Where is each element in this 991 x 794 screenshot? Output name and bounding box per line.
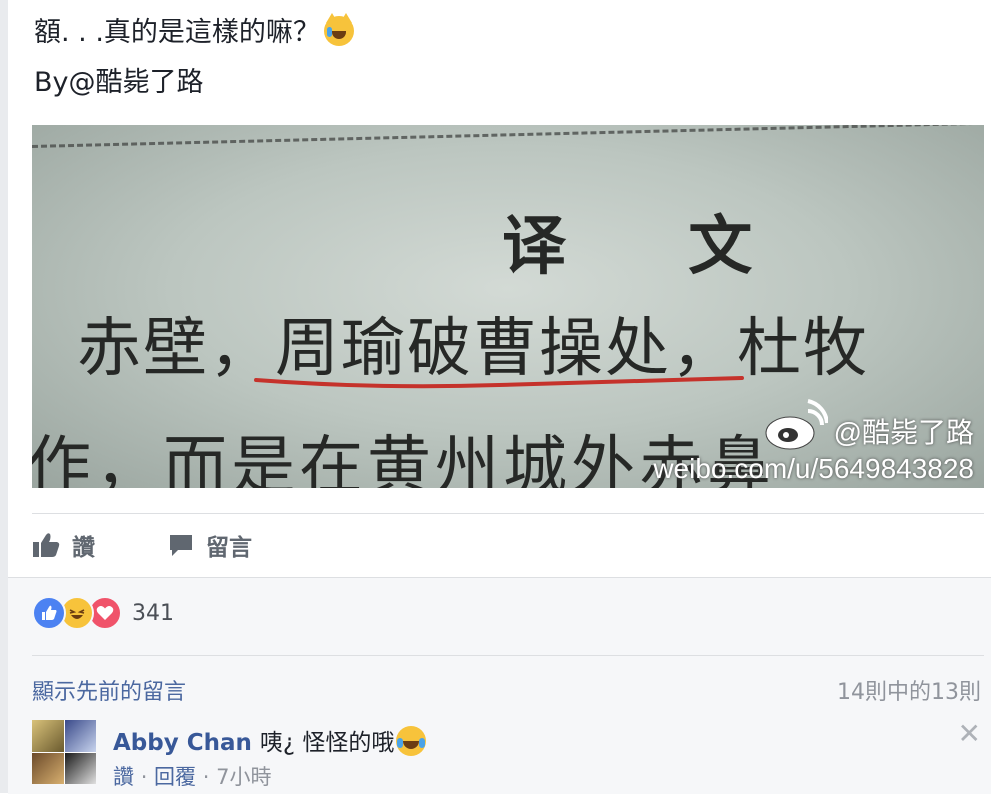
comment-button[interactable]: 留言 [168,526,252,564]
close-icon[interactable]: ✕ [958,720,981,748]
watermark-url: weibo.com/u/5649843828 [653,453,974,484]
comment-label: 留言 [206,535,252,561]
photo-watermark: @酷毙了路 weibo.com/u/5649843828 [653,415,974,487]
comment-item: Abby Chan 咦¿ 怪怪的哦 [113,723,427,757]
comment-count: 14則中的13則 [837,680,981,705]
cat-tears-of-joy-icon [323,13,354,46]
post-caption: 額. . .真的是這樣的嘛？ [34,13,354,50]
watermark-handle: @酷毙了路 [833,417,974,448]
comment-text: 咦¿ 怪怪的哦 [259,730,395,756]
thumbs-up-icon [33,533,60,557]
meta-dot: · [140,765,155,789]
comment-meta: 讚 · 回覆 · 7小時 [113,761,271,791]
reactions-summary[interactable]: 341 [32,596,174,630]
comment-time[interactable]: 7小時 [216,765,271,789]
comment-like-link[interactable]: 讚 [113,765,134,789]
red-underline [254,376,744,389]
comments-divider [32,655,984,656]
comment-author[interactable]: Abby Chan [113,730,252,756]
caption-line2: By@酷毙了路 [34,67,204,98]
like-label: 讚 [72,535,95,561]
comment-bubble-icon [170,535,192,556]
post-photo[interactable]: 译 文 赤壁，周瑜破曹操处，杜牧 作，而是在黄州城外赤鼻 @酷毙了路 weibo… [32,125,984,488]
photo-heading: 译 文 [502,209,803,284]
haha-icon [396,726,427,756]
avatar[interactable] [32,720,96,784]
like-reaction-icon [32,596,66,630]
post-card: 額. . .真的是這樣的嘛？ By@酷毙了路 译 文 赤壁，周瑜破曹操处，杜牧 … [8,0,991,577]
show-previous-comments-link[interactable]: 顯示先前的留言 [32,674,186,706]
action-divider [32,513,984,514]
reaction-count: 341 [132,600,174,626]
left-border [0,0,8,793]
meta-dot: · [202,765,217,789]
comment-reply-link[interactable]: 回覆 [154,765,196,789]
dashed-line [32,125,984,148]
caption-line1: 額. . .真的是這樣的嘛？ [34,17,320,48]
feedback-section: 341 顯示先前的留言 14則中的13則 Abby Chan 咦¿ 怪怪的哦 讚 … [8,577,991,794]
like-button[interactable]: 讚 [32,526,95,564]
